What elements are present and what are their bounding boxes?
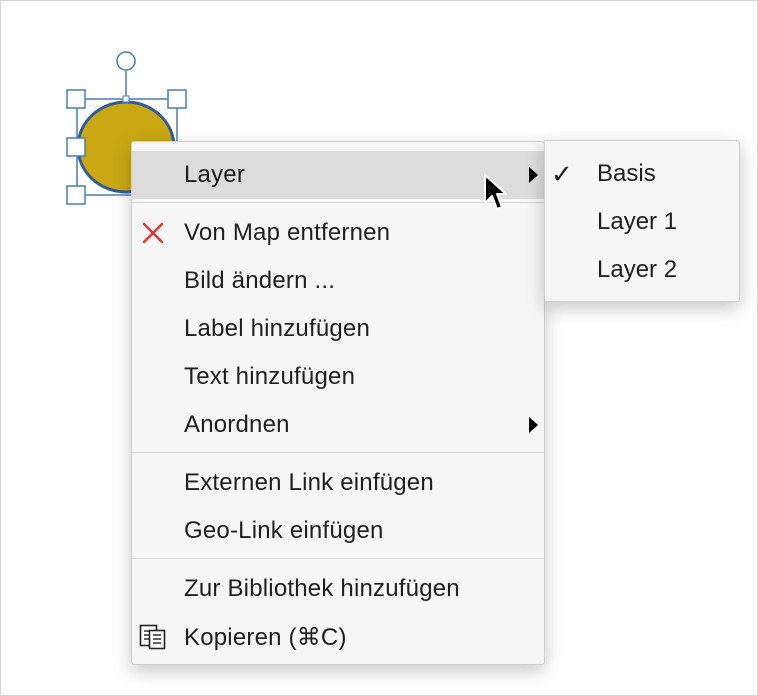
mouse-pointer-icon <box>483 173 509 218</box>
submenu-item-layer-1[interactable]: Layer 1 <box>545 198 739 246</box>
submenu-arrow-icon <box>529 167 538 183</box>
menu-item-label: Geo-Link einfügen <box>184 517 384 544</box>
menu-item-label: Kopieren (⌘C) <box>184 623 347 651</box>
menu-item-label: Bild ändern ... <box>184 267 336 294</box>
menu-item-label: Von Map entfernen <box>184 219 391 246</box>
menu-item-add-text[interactable]: Text hinzufügen <box>132 353 544 401</box>
menu-item-insert-geo-link[interactable]: Geo-Link einfügen <box>132 507 544 555</box>
copy-icon <box>138 622 168 652</box>
menu-item-label: Externen Link einfügen <box>184 469 434 496</box>
menu-separator <box>132 558 544 559</box>
submenu-item-basis[interactable]: ✓ Basis <box>545 150 739 198</box>
submenu-item-label: Layer 2 <box>597 256 678 283</box>
red-x-icon <box>138 218 168 248</box>
resize-handle-ml <box>66 137 86 157</box>
submenu-item-label: Layer 1 <box>597 208 678 235</box>
menu-item-label: Anordnen <box>184 411 290 438</box>
menu-item-insert-external-link[interactable]: Externen Link einfügen <box>132 459 544 507</box>
menu-item-add-label[interactable]: Label hinzufügen <box>132 305 544 353</box>
submenu-item-layer-2[interactable]: Layer 2 <box>545 246 739 294</box>
menu-item-arrange[interactable]: Anordnen <box>132 401 544 449</box>
menu-item-label: Text hinzufügen <box>184 363 356 390</box>
submenu-arrow-icon <box>529 417 538 433</box>
resize-handle-bl <box>66 185 86 205</box>
context-menu: Layer Von Map entfernen Bild ändern ... … <box>131 141 545 665</box>
menu-item-add-to-library[interactable]: Zur Bibliothek hinzufügen <box>132 565 544 613</box>
submenu-item-label: Basis <box>597 160 656 187</box>
menu-item-label: Label hinzufügen <box>184 315 371 342</box>
resize-handle-tl <box>66 89 86 109</box>
map-canvas[interactable]: Layer Von Map entfernen Bild ändern ... … <box>0 0 758 696</box>
resize-handle-tr <box>167 89 187 109</box>
menu-item-label: Layer <box>184 161 246 188</box>
menu-separator <box>132 452 544 453</box>
rotation-handle <box>116 51 136 71</box>
layer-submenu: ✓ Basis Layer 1 Layer 2 <box>544 140 740 302</box>
checkmark-icon: ✓ <box>551 158 573 189</box>
menu-item-label: Zur Bibliothek hinzufügen <box>184 575 460 602</box>
menu-item-change-image[interactable]: Bild ändern ... <box>132 257 544 305</box>
menu-item-copy[interactable]: Kopieren (⌘C) <box>132 613 544 661</box>
